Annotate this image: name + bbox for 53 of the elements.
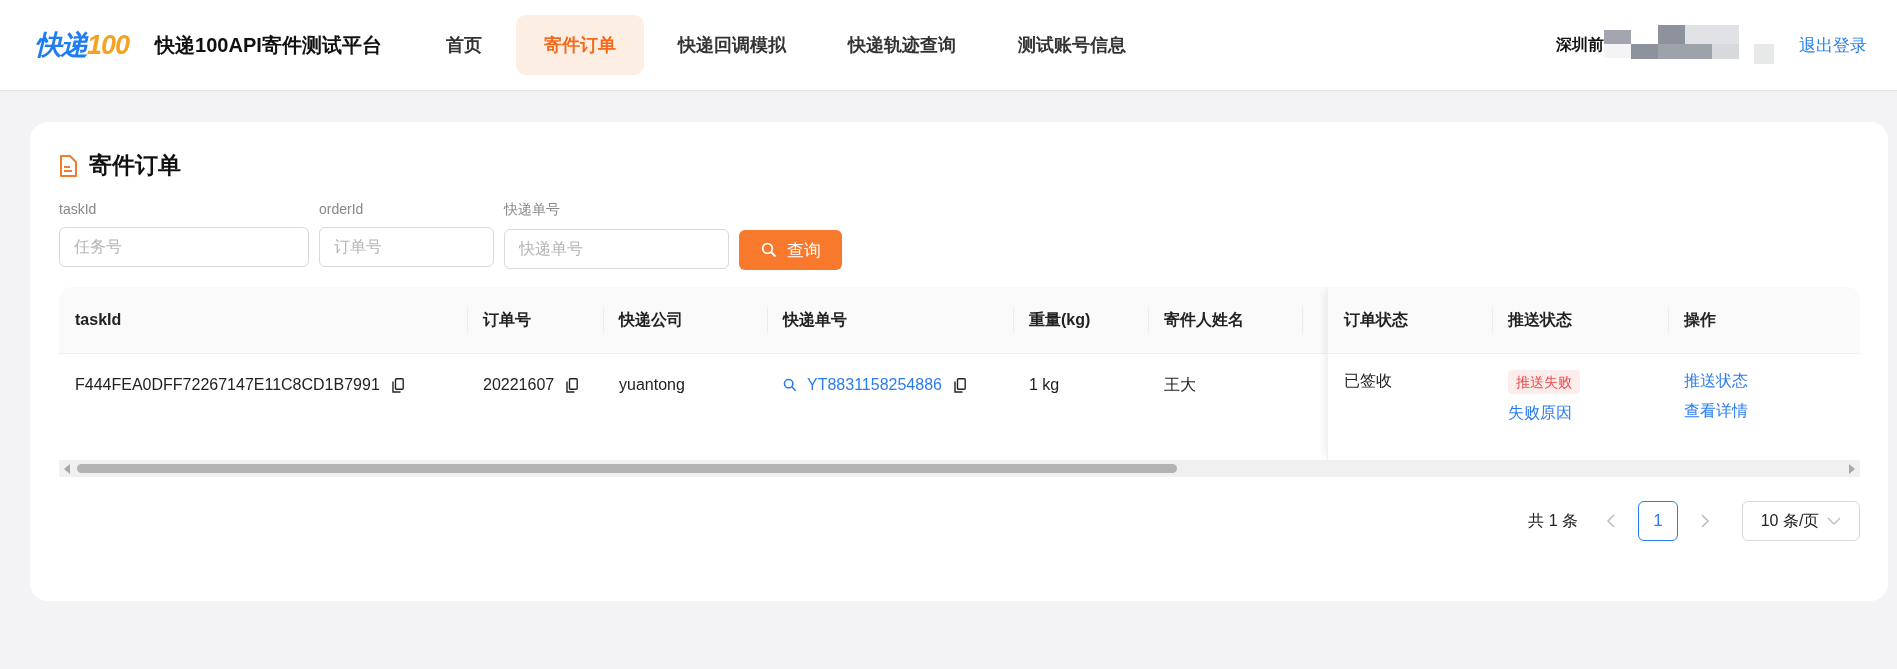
nav-tab[interactable]: 寄件订单 bbox=[515, 15, 644, 75]
search-icon bbox=[760, 242, 777, 258]
previous-page-icon[interactable] bbox=[1606, 514, 1616, 528]
horizontal-scrollbar[interactable] bbox=[59, 460, 1860, 477]
search-icon[interactable] bbox=[783, 378, 797, 392]
input-field[interactable]: 任务号 bbox=[59, 227, 309, 267]
table-cell-text: 20221607 bbox=[483, 375, 555, 395]
nav-tab[interactable]: 快递回调模拟 bbox=[649, 15, 814, 75]
table-cell-text: 1 kg bbox=[1029, 375, 1060, 395]
column-header: 订单状态 bbox=[1344, 309, 1408, 330]
total-count: 共 1 条 bbox=[1528, 510, 1578, 531]
nav-tab[interactable]: 测试账号信息 bbox=[989, 15, 1154, 75]
logout-link[interactable]: 退出登录 bbox=[1799, 33, 1867, 57]
column-header: 寄件人姓名 bbox=[1164, 309, 1244, 330]
action-link[interactable]: 推送状态 bbox=[1684, 370, 1748, 392]
page-title: 寄件订单 bbox=[89, 151, 181, 180]
scrollbar-thumb[interactable] bbox=[77, 464, 1177, 473]
app-title: 快递100API寄件测试平台 bbox=[155, 32, 382, 58]
column-header: 重量(kg) bbox=[1029, 309, 1091, 330]
copy-icon[interactable] bbox=[953, 378, 966, 393]
field-label: 快递单号 bbox=[504, 201, 561, 219]
document-icon bbox=[59, 154, 77, 177]
column-header: 推送状态 bbox=[1508, 309, 1572, 330]
copy-icon[interactable] bbox=[391, 378, 404, 393]
column-header: taskId bbox=[75, 311, 122, 329]
chevron-down-icon bbox=[1827, 517, 1842, 525]
nav-tab[interactable]: 快递轨迹查询 bbox=[819, 15, 984, 75]
status-badge: 推送失败 bbox=[1508, 370, 1580, 394]
nav-tab[interactable]: 首页 bbox=[417, 15, 510, 75]
page-size-select[interactable]: 10 条/页 bbox=[1742, 501, 1860, 541]
column-header: 订单号 bbox=[483, 309, 531, 330]
field-label: orderId bbox=[319, 201, 365, 217]
page-button[interactable]: 1 bbox=[1638, 501, 1678, 541]
copy-icon[interactable] bbox=[566, 378, 579, 393]
user-name: 深圳前 bbox=[1556, 34, 1604, 55]
table-cell-text: 已签收 bbox=[1344, 371, 1392, 391]
next-page-icon[interactable] bbox=[1700, 514, 1710, 528]
logo: 快递100 bbox=[35, 29, 130, 62]
search-button[interactable]: 查询 bbox=[739, 230, 842, 270]
scroll-right-icon[interactable] bbox=[1848, 463, 1856, 474]
input-field[interactable]: 订单号 bbox=[319, 227, 494, 267]
field-label: taskId bbox=[59, 201, 98, 217]
table-cell-text: yuantong bbox=[619, 375, 685, 395]
scroll-left-icon[interactable] bbox=[63, 463, 71, 474]
table-cell-text: 王大 bbox=[1164, 375, 1196, 395]
failure-reason-link[interactable]: 失败原因 bbox=[1508, 402, 1572, 424]
column-header: 快递单号 bbox=[783, 309, 847, 330]
table-cell-text: F444FEA0DFF72267147E11C8CD1B7991 bbox=[75, 375, 380, 395]
input-field[interactable]: 快递单号 bbox=[504, 229, 729, 269]
column-header: 快递公司 bbox=[619, 309, 683, 330]
action-link[interactable]: 查看详情 bbox=[1684, 400, 1748, 422]
tracking-link[interactable]: YT8831158254886 bbox=[807, 374, 942, 396]
column-header: 操作 bbox=[1684, 309, 1716, 330]
